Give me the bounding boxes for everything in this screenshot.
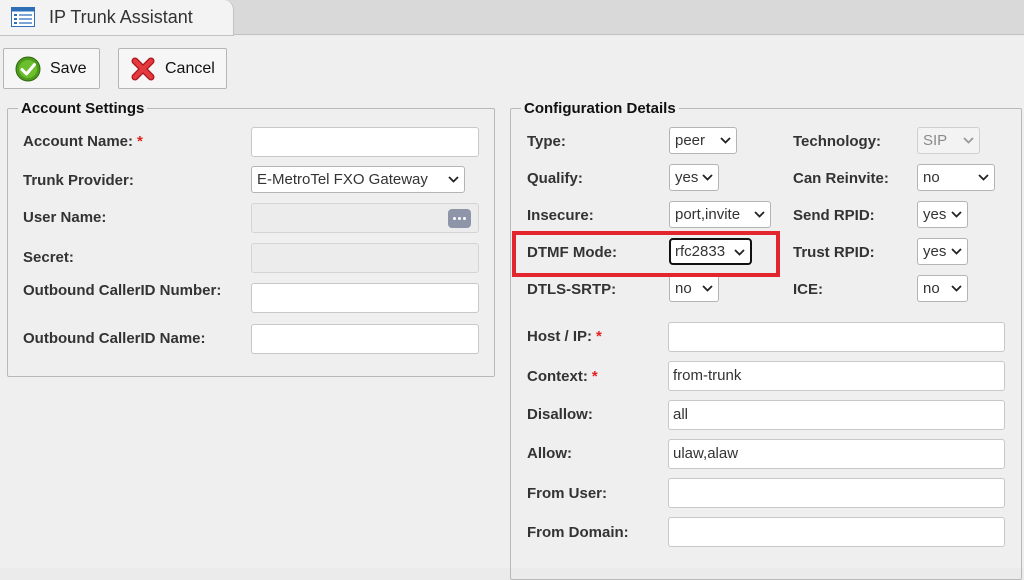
required-marker: * [137,133,143,150]
list-window-icon [11,7,35,27]
red-x-icon [131,57,155,80]
type-label: Type: [527,133,566,150]
chevron-down-icon [951,285,962,292]
dtls-srtp-label: DTLS-SRTP: [527,281,617,298]
cancel-button-label: Cancel [165,59,215,77]
required-marker: * [591,368,598,385]
trust-rpid-label: Trust RPID: [793,244,875,261]
chevron-down-icon [951,248,962,255]
required-marker: * [596,328,602,345]
chevron-down-icon [720,137,731,144]
chevron-down-icon [702,174,713,181]
user-name-input [251,203,479,233]
context-input[interactable]: from-trunk [668,361,1005,391]
save-button-label: Save [50,59,87,77]
chevron-down-icon [754,211,765,218]
technology-label: Technology: [793,133,882,150]
insecure-label: Insecure: [527,207,594,224]
checkmark-icon [15,56,41,81]
send-rpid-label: Send RPID: [793,207,875,224]
outbound-callerid-number-input[interactable] [251,283,479,313]
qualify-label: Qualify: [527,170,583,187]
trunk-provider-select[interactable]: E-MetroTel FXO Gateway [251,166,465,193]
tab-title: IP Trunk Assistant [49,7,193,27]
qualify-select[interactable]: yes [669,164,719,191]
ice-label: ICE: [793,281,823,298]
from-domain-input[interactable] [668,517,1005,547]
can-reinvite-label: Can Reinvite: [793,170,889,187]
chevron-down-icon [978,174,989,181]
tab-strip: IP Trunk Assistant [0,0,1024,36]
account-settings-legend: Account Settings [21,100,145,117]
secret-label: Secret: [23,249,74,266]
outbound-callerid-name-label: Outbound CallerID Name: [23,330,206,347]
secret-input [251,243,479,273]
from-user-label: From User: [527,485,608,502]
trunk-provider-label: Trunk Provider: [23,172,134,189]
disallow-label: Disallow: [527,406,593,423]
technology-select: SIP [917,127,980,154]
disallow-input[interactable]: all [668,400,1005,430]
allow-input[interactable]: ulaw,alaw [668,439,1005,469]
dtls-srtp-select[interactable]: no [669,275,719,302]
chevron-down-icon [448,176,459,183]
user-name-label: User Name: [23,209,107,226]
can-reinvite-select[interactable]: no [917,164,995,191]
chevron-down-icon [963,137,974,144]
type-select[interactable]: peer [669,127,737,154]
save-button[interactable]: Save [3,48,100,89]
tab-ip-trunk-assistant[interactable]: IP Trunk Assistant [0,0,234,36]
host-ip-label: Host / IP: * [527,328,602,345]
account-name-label: Account Name: * [23,133,143,150]
cancel-button[interactable]: Cancel [118,48,227,89]
dtmf-mode-highlight-box [512,231,780,277]
password-manager-icon[interactable] [448,209,471,228]
insecure-select[interactable]: port,invite [669,201,771,228]
from-domain-label: From Domain: [527,524,629,541]
send-rpid-select[interactable]: yes [917,201,968,228]
outbound-callerid-number-label: Outbound CallerID Number: [23,282,222,299]
from-user-input[interactable] [668,478,1005,508]
ice-select[interactable]: no [917,275,968,302]
configuration-details-legend: Configuration Details [524,100,676,117]
chevron-down-icon [702,285,713,292]
outbound-callerid-name-input[interactable] [251,324,479,354]
trust-rpid-select[interactable]: yes [917,238,968,265]
chevron-down-icon [951,211,962,218]
context-label: Context: * [527,368,598,385]
host-ip-input[interactable] [668,322,1005,352]
allow-label: Allow: [527,445,572,462]
account-name-input[interactable] [251,127,479,157]
